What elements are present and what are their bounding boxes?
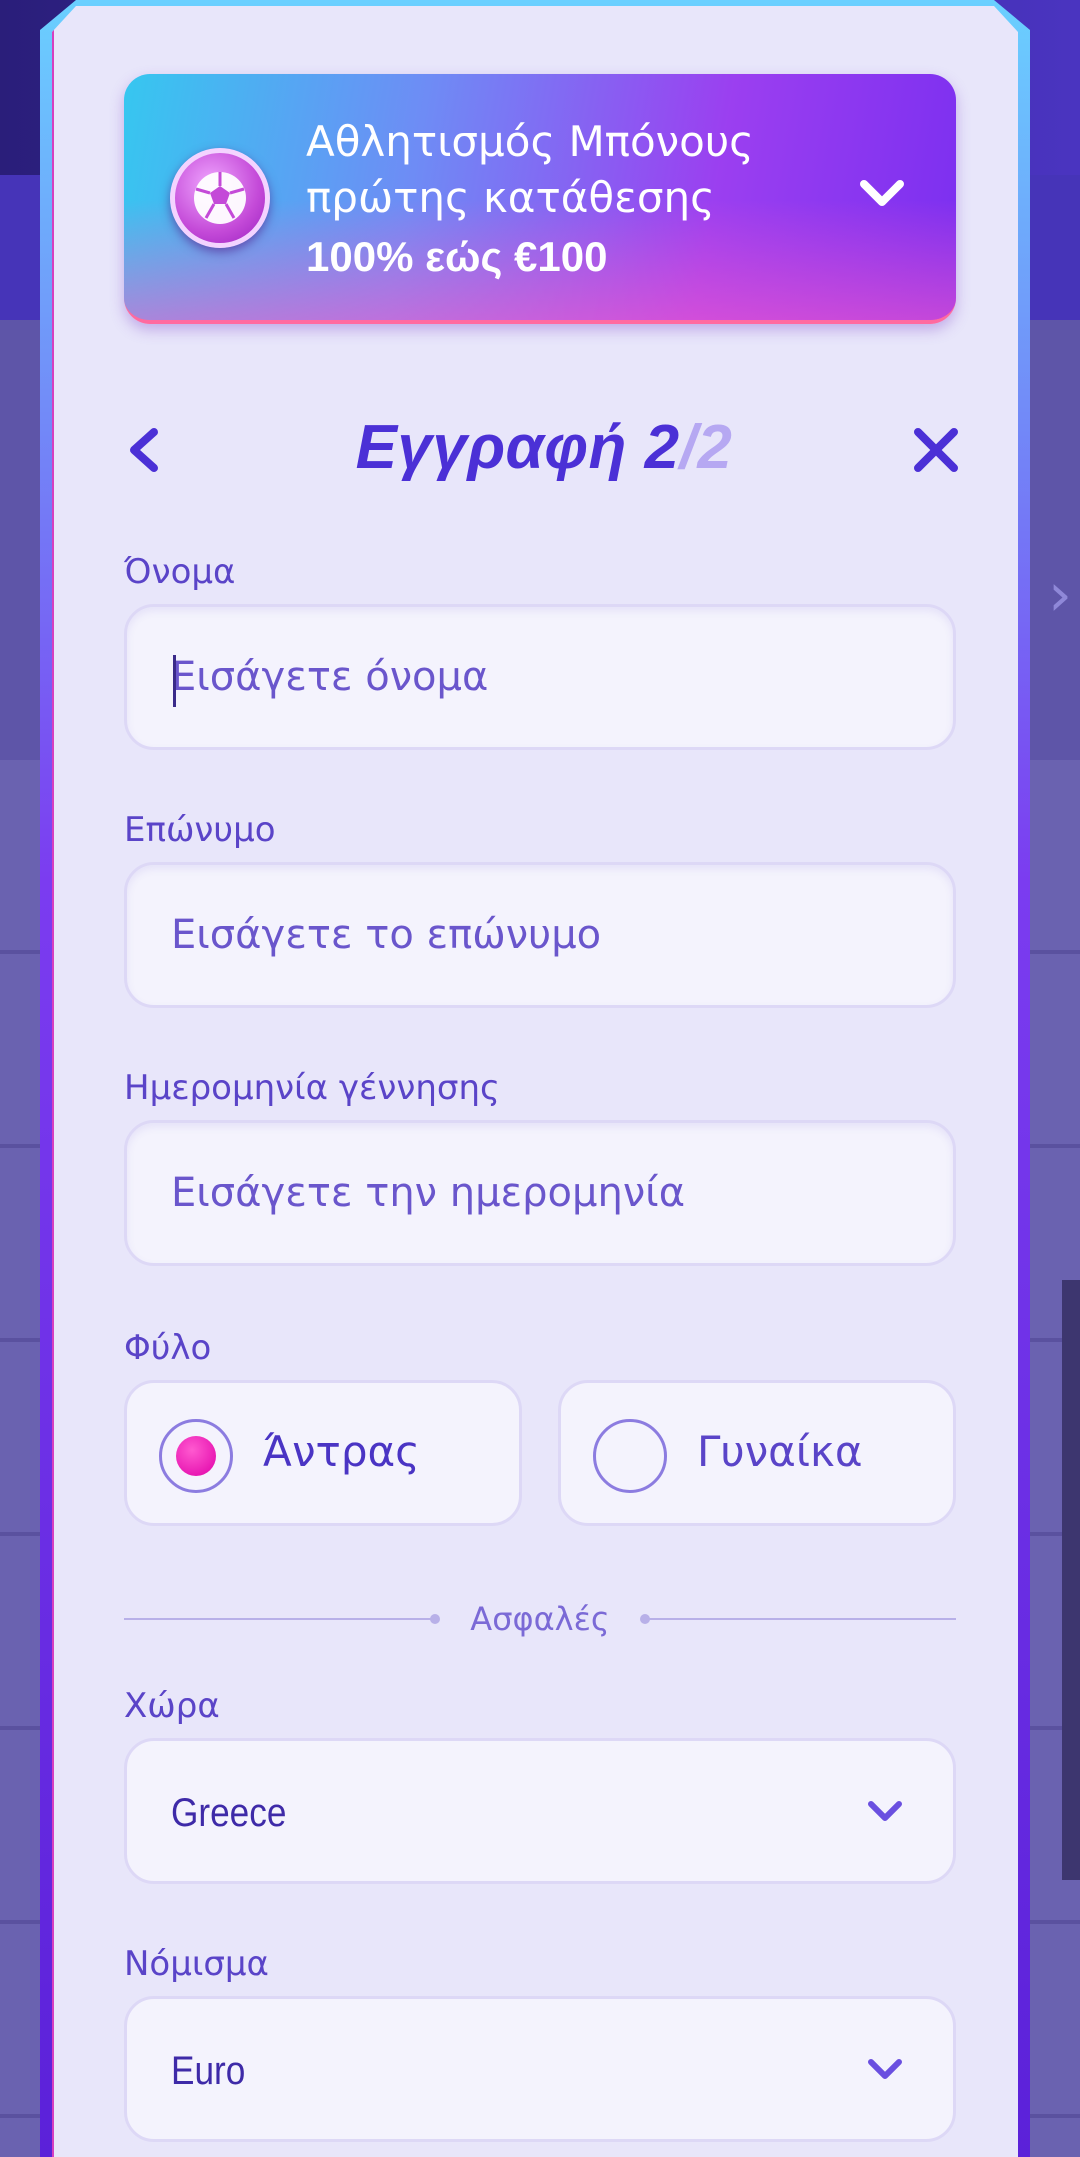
bonus-title-line1: Αθλητισμός Μπόνους [306,117,754,166]
birth-date-input[interactable] [127,1123,953,1263]
background-scrollbar [1062,1280,1080,1880]
country-select[interactable]: Greece [124,1738,956,1884]
chevron-down-icon [867,1799,903,1829]
close-button[interactable] [908,422,964,478]
country-value: Greece [171,1791,287,1835]
step-title-total: /2 [679,413,733,482]
bonus-banner-text: Αθλητισμός Μπόνους πρώτης κατάθεσης 100%… [306,114,754,286]
divider-line-right [646,1618,956,1620]
close-icon [914,428,958,472]
secure-divider: Ασφαλές [124,1600,956,1640]
soccer-ball-icon [170,148,270,248]
bonus-title-line2: πρώτης κατάθεσης [306,173,715,222]
currency-value: Euro [171,2049,246,2093]
birth-date-field[interactable] [124,1120,956,1266]
chevron-down-icon [867,2057,903,2087]
step-header: Εγγραφή 2/2 [124,400,964,500]
first-name-label: Όνομα [124,552,236,592]
bonus-banner[interactable]: Αθλητισμός Μπόνους πρώτης κατάθεσης 100%… [124,74,956,324]
chevron-down-icon[interactable] [860,178,904,212]
page-title: Εγγραφή 2/2 [124,412,964,483]
currency-select[interactable]: Euro [124,1996,956,2142]
gender-male-label: Άντρας [263,1427,420,1476]
background-chevron-right-icon: › [1048,560,1072,630]
gender-option-female[interactable]: Γυναίκα [558,1380,956,1526]
birth-date-label: Ημερομηνία γέννησης [124,1068,500,1108]
gender-label: Φύλο [124,1328,212,1368]
last-name-input[interactable] [127,865,953,1005]
country-label: Χώρα [124,1686,220,1726]
bonus-amount: 100% εώς €100 [306,233,608,280]
radio-selected-icon[interactable] [159,1419,233,1493]
text-cursor [173,655,176,707]
last-name-label: Επώνυμο [124,810,276,850]
gender-female-label: Γυναίκα [697,1427,863,1476]
radio-unselected-icon[interactable] [593,1419,667,1493]
last-name-field[interactable] [124,862,956,1008]
first-name-input[interactable] [127,607,953,747]
first-name-field[interactable] [124,604,956,750]
step-title-current: Εγγραφή 2 [355,413,680,482]
gender-option-male[interactable]: Άντρας [124,1380,522,1526]
currency-label: Νόμισμα [124,1944,269,1984]
